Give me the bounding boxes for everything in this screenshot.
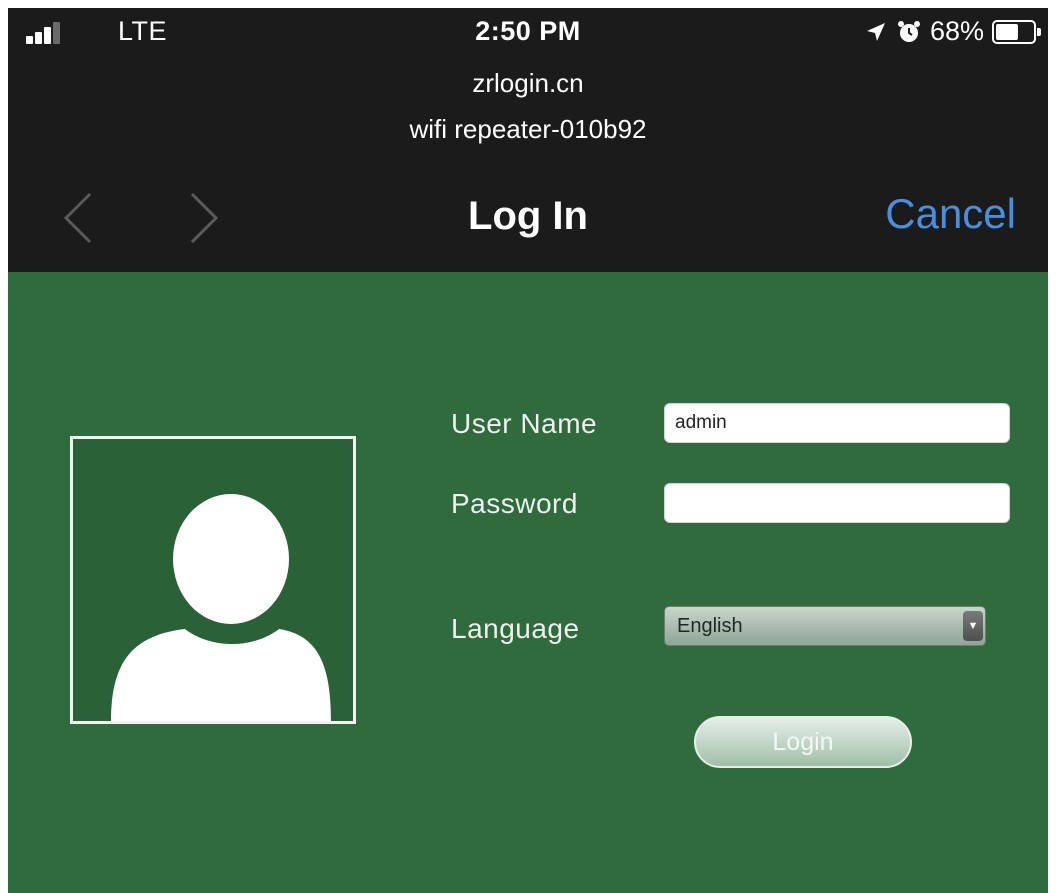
safari-login-sheet-header: LTE 2:50 PM 68% zrlogin.cn wifi repeater…	[8, 8, 1048, 272]
language-label: Language	[451, 613, 580, 644]
user-avatar-placeholder	[70, 436, 356, 724]
user-silhouette-icon	[111, 494, 331, 721]
cancel-button[interactable]: Cancel	[885, 190, 1016, 238]
username-input[interactable]	[664, 403, 1010, 443]
status-right-group: 68%	[864, 16, 1041, 47]
password-label: Password	[451, 488, 578, 519]
site-domain: zrlogin.cn	[472, 68, 584, 98]
network-name: wifi repeater-010b92	[409, 114, 647, 144]
battery-level-fill	[996, 23, 1018, 40]
password-input[interactable]	[664, 483, 1010, 523]
battery-percent: 68%	[929, 16, 984, 46]
dropdown-arrow-icon[interactable]: ▼	[963, 611, 983, 641]
battery-icon	[992, 19, 1041, 44]
battery-nub	[1037, 27, 1041, 36]
username-label: User Name	[451, 408, 598, 439]
alarm-icon	[897, 20, 920, 42]
app-frame: LTE 2:50 PM 68% zrlogin.cn wifi repeater…	[8, 8, 1048, 893]
login-button[interactable]: Login	[694, 716, 912, 768]
language-selected-value: English	[677, 615, 743, 637]
location-arrow-icon	[866, 22, 885, 41]
language-select[interactable]: English ▼	[664, 606, 986, 646]
